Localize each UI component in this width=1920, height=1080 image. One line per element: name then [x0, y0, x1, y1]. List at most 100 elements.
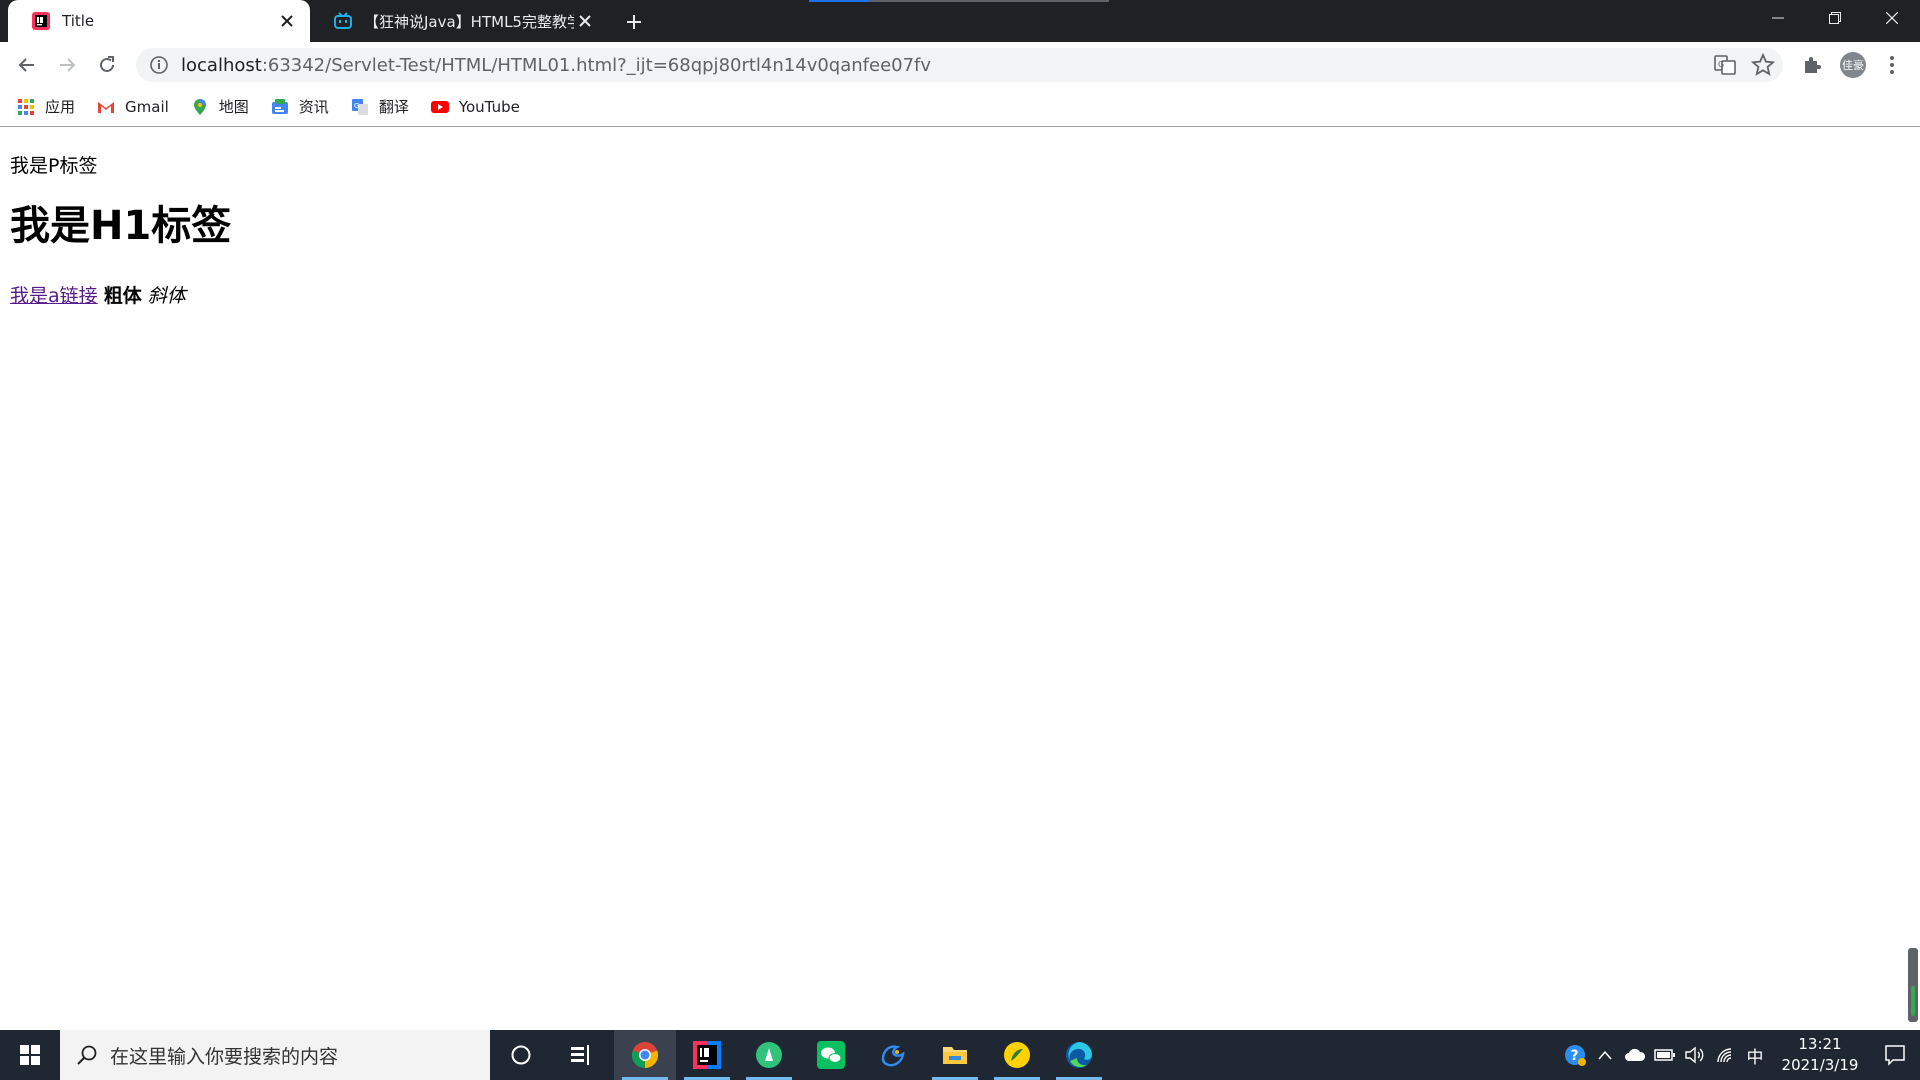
- inline-elements-line: 我是a链接 粗体 斜体: [10, 281, 231, 308]
- news-icon: [271, 98, 288, 114]
- info-icon[interactable]: [149, 55, 169, 75]
- close-tab-icon[interactable]: [276, 10, 298, 32]
- translate-page-icon[interactable]: G: [1713, 53, 1737, 77]
- side-widget[interactable]: [1908, 948, 1918, 1022]
- bookmark-label: Gmail: [125, 97, 169, 116]
- tab-title-label: Title: [62, 12, 95, 30]
- page-content: 我是P标签 我是H1标签 我是a链接 粗体 斜体: [10, 128, 231, 308]
- bookmark-translate[interactable]: G 翻译: [351, 96, 409, 117]
- bookmark-gmail[interactable]: Gmail: [97, 98, 169, 116]
- task-view-icon: [571, 1045, 589, 1065]
- bookmark-label: YouTube: [458, 97, 520, 116]
- kebab-menu-icon: [1890, 56, 1894, 74]
- search-placeholder: 在这里输入你要搜索的内容: [110, 1045, 339, 1068]
- system-tray: ? 中 13:21 2021/3/19: [1560, 1030, 1920, 1080]
- url-host: localhost: [181, 54, 262, 76]
- music-app-icon: [756, 1042, 782, 1068]
- avatar: 佳豪: [1840, 52, 1866, 78]
- reload-button[interactable]: [91, 49, 123, 81]
- arrow-right-icon: [60, 58, 76, 72]
- start-button[interactable]: [0, 1030, 60, 1080]
- paragraph-text: 我是P标签: [10, 155, 98, 177]
- restore-button[interactable]: [1806, 0, 1863, 36]
- youtube-icon: [430, 100, 449, 113]
- intellij-icon: [693, 1041, 721, 1069]
- wechat-icon: [817, 1041, 845, 1069]
- onedrive-button[interactable]: [1620, 1030, 1650, 1080]
- bookmarks-bar: 应用 Gmail 地图 资讯 G 翻译 YouTube: [0, 87, 1920, 127]
- taskbar-app-yellow[interactable]: [986, 1030, 1048, 1080]
- bookmark-star-icon[interactable]: [1751, 53, 1775, 77]
- taskbar-app-green[interactable]: [738, 1030, 800, 1080]
- url-path: :63342/Servlet-Test/HTML/HTML01.html?_ij…: [261, 54, 932, 76]
- profile-button[interactable]: 佳豪: [1837, 49, 1869, 81]
- taskbar-edge[interactable]: [1048, 1030, 1110, 1080]
- bookmark-youtube[interactable]: YouTube: [430, 97, 520, 116]
- intellij-icon: [32, 12, 50, 30]
- italic-text: 斜体: [147, 285, 186, 307]
- clock-time: 13:21: [1798, 1035, 1842, 1053]
- chrome-icon: [631, 1042, 659, 1069]
- bookmark-label: 地图: [218, 98, 249, 116]
- restore-icon: [1828, 12, 1841, 24]
- help-icon: ?: [1565, 1045, 1586, 1066]
- taskbar-wechat[interactable]: [800, 1030, 862, 1080]
- folder-icon: [943, 1047, 967, 1064]
- close-tab-icon[interactable]: [574, 10, 596, 32]
- bookmark-maps[interactable]: 地图: [191, 96, 249, 117]
- taskbar-file-explorer[interactable]: [924, 1030, 986, 1080]
- address-bar[interactable]: localhost:63342/Servlet-Test/HTML/HTML01…: [136, 48, 1783, 82]
- back-button[interactable]: [11, 49, 43, 81]
- volume-button[interactable]: [1680, 1030, 1710, 1080]
- tab-bilibili-label: 【狂神说Java】HTML5完整教学: [364, 12, 574, 31]
- battery-button[interactable]: [1650, 1030, 1680, 1080]
- edge-icon: [1066, 1042, 1092, 1068]
- anchor-link[interactable]: 我是a链接: [10, 285, 98, 307]
- bookmark-news[interactable]: 资讯: [271, 96, 329, 117]
- ime-indicator[interactable]: 中: [1740, 1030, 1770, 1080]
- forward-button[interactable]: [51, 49, 83, 81]
- chevron-up-icon: [1598, 1050, 1612, 1060]
- extensions-button[interactable]: [1796, 49, 1828, 81]
- bookmark-label: 资讯: [298, 98, 329, 116]
- bookmark-label: 应用: [45, 98, 76, 116]
- maps-pin-icon: [193, 98, 206, 115]
- tab-title[interactable]: Title: [8, 0, 310, 42]
- taskbar-app-blue[interactable]: [862, 1030, 924, 1080]
- bird-app-icon: [881, 1045, 905, 1067]
- bookmark-apps[interactable]: 应用: [17, 96, 75, 117]
- yellow-app-icon: [1004, 1042, 1030, 1068]
- taskbar-search[interactable]: 在这里输入你要搜索的内容: [60, 1030, 490, 1080]
- taskbar-clock[interactable]: 13:21 2021/3/19: [1770, 1034, 1870, 1076]
- cortana-button[interactable]: [490, 1030, 552, 1080]
- taskbar-intellij[interactable]: [676, 1030, 738, 1080]
- speaker-icon: [1685, 1046, 1704, 1064]
- translate-icon: G: [351, 98, 368, 115]
- url-text[interactable]: localhost:63342/Servlet-Test/HTML/HTML01…: [181, 55, 931, 76]
- apps-grid-icon: [18, 98, 34, 115]
- action-center-button[interactable]: [1870, 1030, 1920, 1080]
- arrow-left-icon: [18, 58, 34, 72]
- plus-icon: [627, 15, 641, 29]
- cortana-circle-icon: [511, 1045, 531, 1065]
- taskbar-chrome[interactable]: [614, 1030, 676, 1080]
- tab-bilibili[interactable]: 【狂神说Java】HTML5完整教学: [310, 0, 608, 42]
- svg-text:?: ?: [1571, 1048, 1579, 1064]
- puzzle-icon: [1805, 57, 1821, 73]
- bold-text: 粗体: [103, 285, 142, 307]
- svg-text:G: G: [354, 102, 359, 110]
- cloud-icon: [1625, 1048, 1646, 1061]
- network-button[interactable]: [1710, 1030, 1740, 1080]
- windows-taskbar: 在这里输入你要搜索的内容 ? 中 13:21 2021/3/19: [0, 1030, 1920, 1080]
- minimize-button[interactable]: [1749, 0, 1806, 36]
- new-tab-button[interactable]: [620, 8, 648, 36]
- help-tray-button[interactable]: ?: [1560, 1030, 1590, 1080]
- show-hidden-icons-button[interactable]: [1590, 1030, 1620, 1080]
- close-window-button[interactable]: [1863, 0, 1920, 36]
- bookmark-label: 翻译: [378, 98, 409, 116]
- menu-button[interactable]: [1876, 49, 1908, 81]
- svg-text:G: G: [1718, 60, 1724, 69]
- media-progress-line: [809, 0, 1109, 2]
- task-view-button[interactable]: [550, 1030, 612, 1080]
- battery-icon: [1654, 1049, 1675, 1061]
